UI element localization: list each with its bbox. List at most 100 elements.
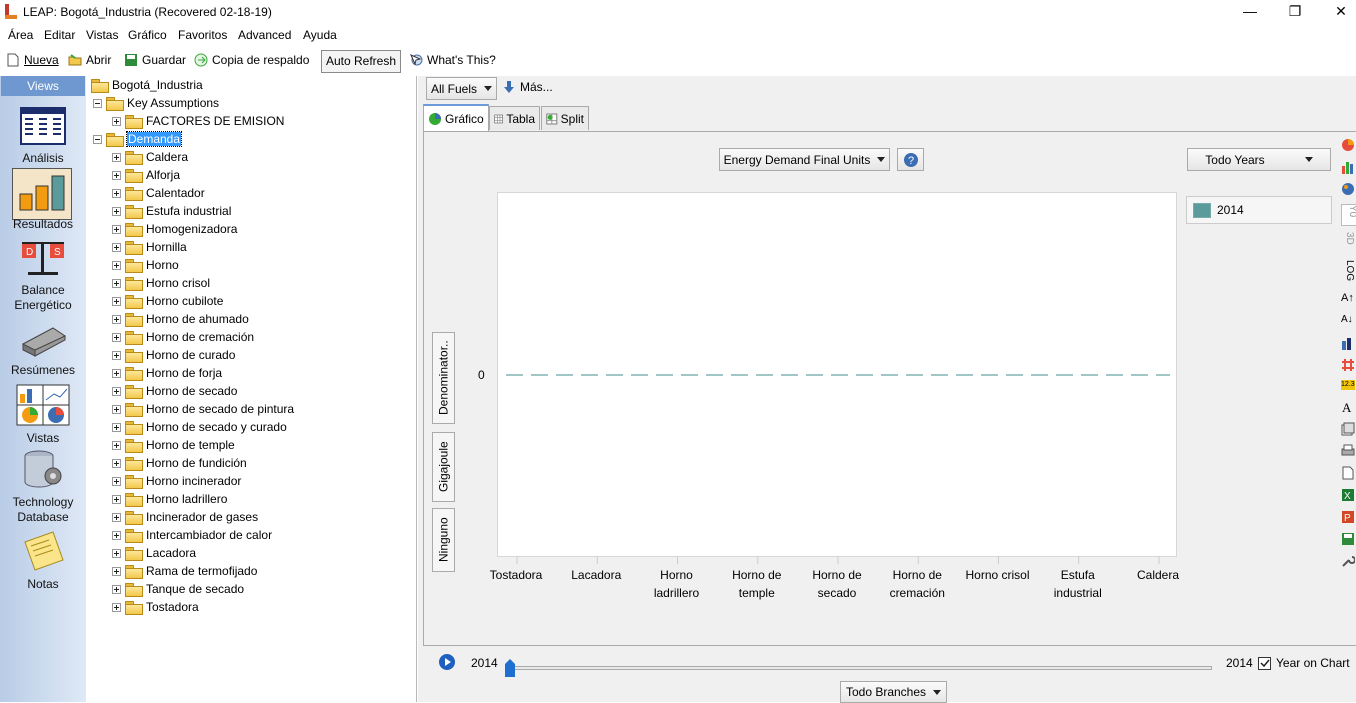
guardar-button[interactable]: Guardar <box>124 53 186 67</box>
view-technology-database[interactable]: TechnologyDatabase <box>0 450 86 525</box>
font-icon[interactable]: A <box>1341 400 1355 414</box>
grid-icon[interactable] <box>1341 358 1355 372</box>
tree-branch-item[interactable]: Horno de curado <box>112 346 235 364</box>
expand-icon[interactable] <box>112 531 121 540</box>
year-slider-track[interactable] <box>508 666 1212 670</box>
expand-icon[interactable] <box>112 297 121 306</box>
unit-button[interactable]: Gigajoule <box>432 432 455 502</box>
tree-branch-item[interactable]: Homogenizadora <box>112 220 237 238</box>
powerpoint-icon[interactable]: P <box>1341 510 1355 524</box>
tree-branch-item[interactable]: Horno de forja <box>112 364 222 382</box>
expand-icon[interactable] <box>112 549 121 558</box>
number-format-button[interactable]: 12.3 <box>1341 380 1355 390</box>
tree-demanda[interactable]: Demanda <box>93 130 181 148</box>
expand-icon[interactable] <box>112 117 121 126</box>
font-increase-button[interactable]: A↑ <box>1341 292 1355 306</box>
log-toggle[interactable]: LOG <box>1341 260 1355 274</box>
bar-option-icon[interactable] <box>1341 160 1355 174</box>
scale-button[interactable]: Ninguno <box>432 508 455 572</box>
expand-icon[interactable] <box>112 153 121 162</box>
tree-branch-item[interactable]: Lacadora <box>112 544 196 562</box>
tree-branch-item[interactable]: Horno de secado de pintura <box>112 400 294 418</box>
tree-key-assumptions[interactable]: Key Assumptions <box>93 94 219 112</box>
close-button[interactable]: ✕ <box>1318 0 1356 24</box>
collapse-icon[interactable] <box>93 135 102 144</box>
expand-icon[interactable] <box>112 585 121 594</box>
expand-icon[interactable] <box>112 243 121 252</box>
tree-branch-item[interactable]: Incinerador de gases <box>112 508 258 526</box>
menu-editar[interactable]: Editar <box>44 28 75 42</box>
expand-icon[interactable] <box>112 459 121 468</box>
abrir-button[interactable]: Abrir <box>68 53 111 67</box>
fuel-filter-dropdown[interactable]: All Fuels <box>426 77 497 100</box>
expand-icon[interactable] <box>112 261 121 270</box>
variable-dropdown[interactable]: Energy Demand Final Units <box>719 148 890 171</box>
expand-icon[interactable] <box>112 333 121 342</box>
years-dropdown[interactable]: Todo Years <box>1187 148 1331 171</box>
tree-branch-item[interactable]: Horno de temple <box>112 436 235 454</box>
expand-icon[interactable] <box>112 315 121 324</box>
expand-icon[interactable] <box>112 189 121 198</box>
mas-button[interactable]: Más... <box>502 80 553 94</box>
expand-icon[interactable] <box>112 171 121 180</box>
copy-icon[interactable] <box>1341 422 1355 436</box>
view-resumenes[interactable]: Resúmenes <box>0 324 86 377</box>
tree-branch-item[interactable]: Intercambiador de calor <box>112 526 272 544</box>
auto-refresh-button[interactable]: Auto Refresh <box>321 50 401 73</box>
copia-button[interactable]: Copia de respaldo <box>194 53 309 67</box>
expand-icon[interactable] <box>112 603 121 612</box>
tab-grafico[interactable]: Gráfico <box>423 104 489 131</box>
expand-icon[interactable] <box>112 369 121 378</box>
expand-icon[interactable] <box>112 477 121 486</box>
font-decrease-button[interactable]: A↓ <box>1341 314 1355 328</box>
expand-icon[interactable] <box>112 423 121 432</box>
expand-icon[interactable] <box>112 513 121 522</box>
tab-split[interactable]: Split <box>541 106 589 130</box>
menu-area[interactable]: Área <box>8 28 33 42</box>
tab-tabla[interactable]: Tabla <box>489 106 540 130</box>
view-resultados[interactable]: Resultados <box>0 172 86 231</box>
tree-factores[interactable]: FACTORES DE EMISION <box>112 112 284 130</box>
tree-branch-item[interactable]: Rama de termofijado <box>112 562 257 580</box>
tree-branch-item[interactable]: Horno de cremación <box>112 328 254 346</box>
expand-icon[interactable] <box>112 441 121 450</box>
play-icon[interactable] <box>438 653 456 671</box>
tree-branch-item[interactable]: Horno crisol <box>112 274 210 292</box>
expand-icon[interactable] <box>112 225 121 234</box>
tree-branch-item[interactable]: Horno incinerador <box>112 472 241 490</box>
expand-icon[interactable] <box>112 351 121 360</box>
menu-vistas[interactable]: Vistas <box>86 28 118 42</box>
expand-icon[interactable] <box>112 387 121 396</box>
excel-icon[interactable]: X <box>1341 488 1355 502</box>
view-analisis[interactable]: Análisis <box>0 106 86 165</box>
tree-branch-item[interactable]: Calentador <box>112 184 205 202</box>
tree-branch-item[interactable]: Tanque de secado <box>112 580 244 598</box>
menu-favoritos[interactable]: Favoritos <box>178 28 227 42</box>
save-chart-icon[interactable] <box>1341 532 1355 546</box>
wrench-icon[interactable] <box>1341 554 1355 568</box>
print-icon[interactable] <box>1341 444 1355 458</box>
color-palette-icon[interactable] <box>1341 182 1355 196</box>
tree-root[interactable]: Bogotá_Industria <box>91 76 203 94</box>
expand-icon[interactable] <box>112 207 121 216</box>
y0-toggle[interactable]: Y0 <box>1341 204 1356 226</box>
menu-grafico[interactable]: Gráfico <box>128 28 167 42</box>
collapse-icon[interactable] <box>93 99 102 108</box>
minimize-button[interactable]: — <box>1227 0 1273 24</box>
nueva-button[interactable]: Nueva <box>6 53 59 67</box>
tree-branch-item[interactable]: Horno ladrillero <box>112 490 227 508</box>
expand-icon[interactable] <box>112 495 121 504</box>
year-on-chart-checkbox[interactable]: Year on Chart <box>1258 656 1350 670</box>
tree-branch-item[interactable]: Estufa industrial <box>112 202 231 220</box>
whats-this-button[interactable]: What's This? <box>409 53 496 67</box>
branches-dropdown[interactable]: Todo Branches <box>840 681 947 703</box>
view-balance[interactable]: DS BalanceEnergético <box>0 240 86 313</box>
view-vistas[interactable]: Vistas <box>0 384 86 445</box>
year-slider-thumb[interactable] <box>504 658 516 678</box>
tree-branch-item[interactable]: Horno de secado <box>112 382 237 400</box>
tree-branch-item[interactable]: Horno de ahumado <box>112 310 249 328</box>
tree-branch-item[interactable]: Horno de secado y curado <box>112 418 287 436</box>
tree-branch-item[interactable]: Alforja <box>112 166 180 184</box>
expand-icon[interactable] <box>112 279 121 288</box>
view-notas[interactable]: Notas <box>0 530 86 591</box>
